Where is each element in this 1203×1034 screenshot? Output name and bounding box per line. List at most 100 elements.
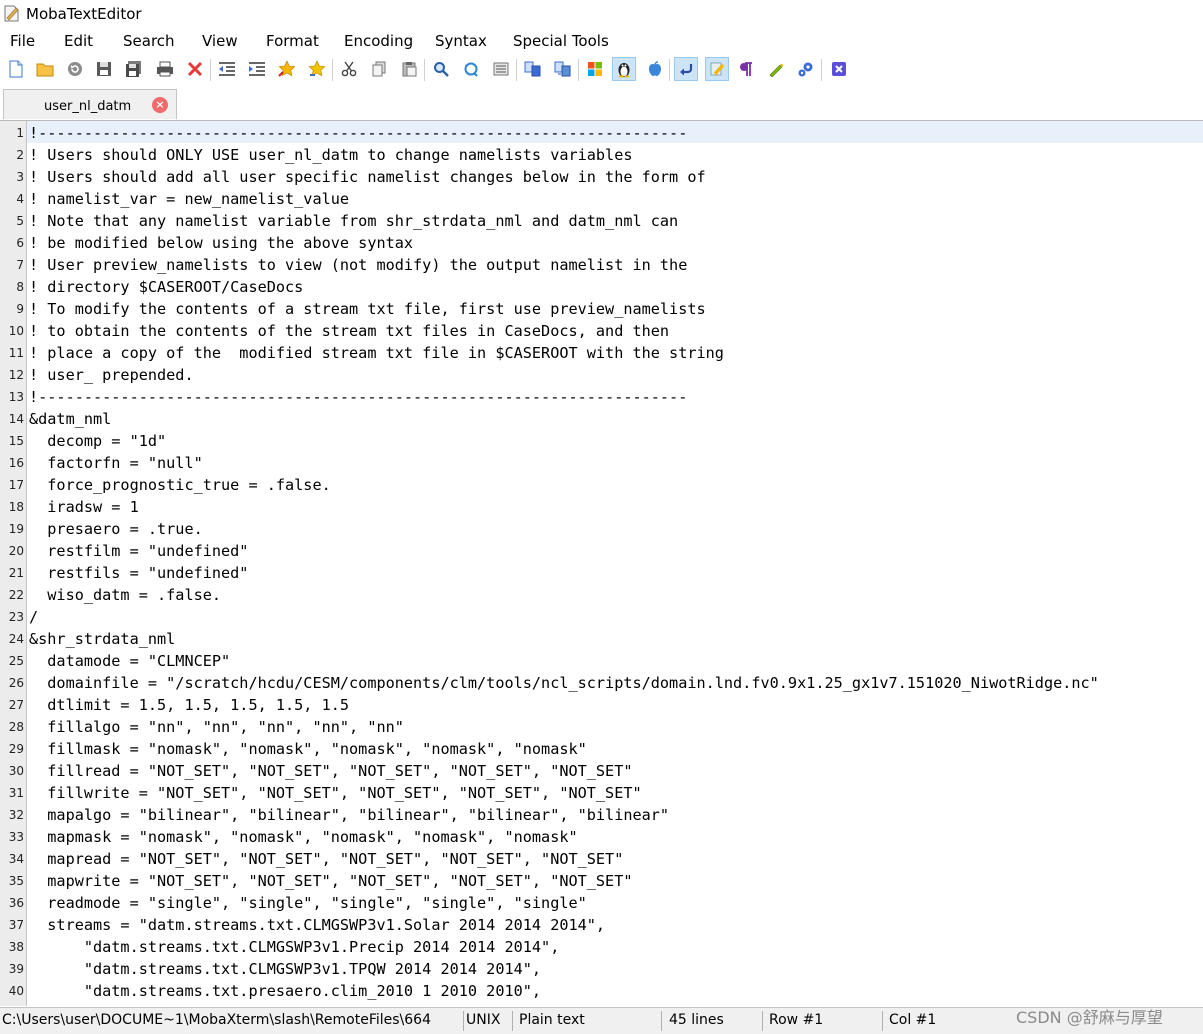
code-line[interactable]: presaero = .true. bbox=[29, 518, 202, 540]
code-line[interactable]: decomp = "1d" bbox=[29, 430, 166, 452]
word-wrap-icon[interactable] bbox=[674, 57, 698, 81]
cut-icon[interactable] bbox=[337, 57, 361, 81]
menu-file[interactable]: File bbox=[10, 32, 35, 50]
code-line[interactable]: mapmask = "nomask", "nomask", "nomask", … bbox=[29, 826, 577, 848]
code-line[interactable]: &shr_strdata_nml bbox=[29, 628, 175, 650]
status-separator bbox=[512, 1011, 513, 1031]
menu-search[interactable]: Search bbox=[123, 32, 175, 50]
code-line[interactable]: "datm.streams.txt.presaero.clim_2010 1 2… bbox=[29, 980, 541, 1002]
reload-icon[interactable] bbox=[63, 57, 87, 81]
code-line[interactable]: ! Note that any namelist variable from s… bbox=[29, 210, 678, 232]
code-line[interactable]: fillalgo = "nn", "nn", "nn", "nn", "nn" bbox=[29, 716, 404, 738]
find-icon[interactable] bbox=[429, 57, 453, 81]
code-line[interactable]: "datm.streams.txt.CLMGSWP3v1.Precip 2014… bbox=[29, 936, 559, 958]
menu-edit[interactable]: Edit bbox=[64, 32, 93, 50]
replace-icon[interactable] bbox=[459, 57, 483, 81]
toolbar-separator bbox=[821, 59, 822, 81]
close-file-icon[interactable] bbox=[183, 57, 207, 81]
toolbar-separator bbox=[424, 59, 425, 81]
line-number: 26 bbox=[8, 676, 24, 690]
code-line[interactable]: streams = "datm.streams.txt.CLMGSWP3v1.S… bbox=[29, 914, 605, 936]
code-line[interactable]: ! User preview_namelists to view (not mo… bbox=[29, 254, 687, 276]
menu-syntax[interactable]: Syntax bbox=[435, 32, 487, 50]
code-line[interactable]: "datm.streams.txt.CLMGSWP3v1.TPQW 2014 2… bbox=[29, 958, 541, 980]
linux-eol-icon[interactable] bbox=[612, 57, 636, 81]
code-line[interactable]: !---------------------------------------… bbox=[29, 122, 687, 144]
code-line[interactable]: / bbox=[29, 606, 38, 628]
line-number: 9 bbox=[16, 302, 24, 316]
code-line[interactable]: !---------------------------------------… bbox=[29, 386, 687, 408]
tab-user-nl-datm[interactable]: user_nl_datm × bbox=[3, 89, 177, 119]
code-line[interactable]: restfilm = "undefined" bbox=[29, 540, 248, 562]
menu-encoding[interactable]: Encoding bbox=[344, 32, 413, 50]
code-line[interactable]: datamode = "CLMNCEP" bbox=[29, 650, 230, 672]
line-number: 36 bbox=[8, 896, 24, 910]
code-line[interactable]: mapalgo = "bilinear", "bilinear", "bilin… bbox=[29, 804, 669, 826]
windows-eol-icon[interactable] bbox=[583, 57, 607, 81]
sync-icon[interactable] bbox=[551, 57, 575, 81]
code-line[interactable]: mapwrite = "NOT_SET", "NOT_SET", "NOT_SE… bbox=[29, 870, 632, 892]
exit-icon[interactable] bbox=[827, 57, 851, 81]
line-number: 33 bbox=[8, 830, 24, 844]
status-syntax: Plain text bbox=[519, 1012, 585, 1028]
increase-indent-icon[interactable] bbox=[245, 57, 269, 81]
status-row: Row #1 bbox=[769, 1012, 824, 1028]
code-line[interactable]: factorfn = "null" bbox=[29, 452, 202, 474]
code-line[interactable]: readmode = "single", "single", "single",… bbox=[29, 892, 586, 914]
goto-icon[interactable] bbox=[489, 57, 513, 81]
code-line[interactable]: ! directory $CASEROOT/CaseDocs bbox=[29, 276, 303, 298]
paste-icon[interactable] bbox=[397, 57, 421, 81]
code-line[interactable]: iradsw = 1 bbox=[29, 496, 138, 518]
code-line[interactable]: &datm_nml bbox=[29, 408, 111, 430]
code-line[interactable]: ! be modified below using the above synt… bbox=[29, 232, 413, 254]
code-line[interactable]: ! namelist_var = new_namelist_value bbox=[29, 188, 349, 210]
save-all-icon[interactable] bbox=[122, 57, 146, 81]
show-paragraph-icon[interactable] bbox=[734, 57, 758, 81]
code-line[interactable]: restfils = "undefined" bbox=[29, 562, 248, 584]
save-icon[interactable] bbox=[92, 57, 116, 81]
code-line[interactable]: fillmask = "nomask", "nomask", "nomask",… bbox=[29, 738, 586, 760]
code-line[interactable]: force_prognostic_true = .false. bbox=[29, 474, 330, 496]
settings-icon[interactable] bbox=[794, 57, 818, 81]
line-number: 10 bbox=[8, 324, 24, 338]
code-line[interactable]: ! To modify the contents of a stream txt… bbox=[29, 298, 706, 320]
menu-special-tools[interactable]: Special Tools bbox=[513, 32, 609, 50]
copy-icon[interactable] bbox=[367, 57, 391, 81]
code-line[interactable]: ! to obtain the contents of the stream t… bbox=[29, 320, 669, 342]
close-icon[interactable]: × bbox=[152, 97, 168, 113]
code-line[interactable]: domainfile = "/scratch/hcdu/CESM/compone… bbox=[29, 672, 1099, 694]
code-line[interactable]: dtlimit = 1.5, 1.5, 1.5, 1.5, 1.5 bbox=[29, 694, 349, 716]
decrease-indent-icon[interactable] bbox=[215, 57, 239, 81]
window-title: MobaTextEditor bbox=[26, 5, 142, 23]
pen-icon[interactable] bbox=[764, 57, 788, 81]
bookmark-icon[interactable] bbox=[275, 57, 299, 81]
line-number: 3 bbox=[16, 170, 24, 184]
open-folder-icon[interactable] bbox=[33, 57, 57, 81]
code-line[interactable]: fillread = "NOT_SET", "NOT_SET", "NOT_SE… bbox=[29, 760, 632, 782]
watermark: CSDN @舒麻与厚望 bbox=[1016, 1008, 1163, 1027]
menu-bar: File Edit Search View Format Encoding Sy… bbox=[0, 30, 1203, 52]
code-line[interactable]: wiso_datm = .false. bbox=[29, 584, 221, 606]
print-icon[interactable] bbox=[153, 57, 177, 81]
highlight-icon[interactable] bbox=[705, 57, 729, 81]
line-number: 29 bbox=[8, 742, 24, 756]
editor-area[interactable]: 1 2 3 4 5 6 7 8 9 10 11 12 13 14 15 16 17 18 19 20 21 22 23 24 2… bbox=[0, 121, 1203, 1006]
code-line[interactable]: ! Users should add all user specific nam… bbox=[29, 166, 706, 188]
status-file-path: C:\Users\user\DOCUME~1\MobaXterm\slash\R… bbox=[2, 1012, 431, 1028]
code-line[interactable]: ! user_ prepended. bbox=[29, 364, 194, 386]
code-line[interactable]: fillwrite = "NOT_SET", "NOT_SET", "NOT_S… bbox=[29, 782, 641, 804]
bookmark-next-icon[interactable] bbox=[305, 57, 329, 81]
line-number: 28 bbox=[8, 720, 24, 734]
compare-icon[interactable] bbox=[521, 57, 545, 81]
mac-eol-icon[interactable] bbox=[643, 57, 667, 81]
menu-format[interactable]: Format bbox=[266, 32, 319, 50]
code-line[interactable]: ! place a copy of the modified stream tx… bbox=[29, 342, 724, 364]
line-number: 7 bbox=[16, 258, 24, 272]
status-separator bbox=[882, 1011, 883, 1031]
code-line[interactable]: ! Users should ONLY USE user_nl_datm to … bbox=[29, 144, 632, 166]
toolbar-separator bbox=[669, 59, 670, 81]
new-file-icon[interactable] bbox=[4, 57, 28, 81]
code-line[interactable]: mapread = "NOT_SET", "NOT_SET", "NOT_SET… bbox=[29, 848, 623, 870]
app-icon bbox=[4, 5, 19, 22]
menu-view[interactable]: View bbox=[202, 32, 238, 50]
